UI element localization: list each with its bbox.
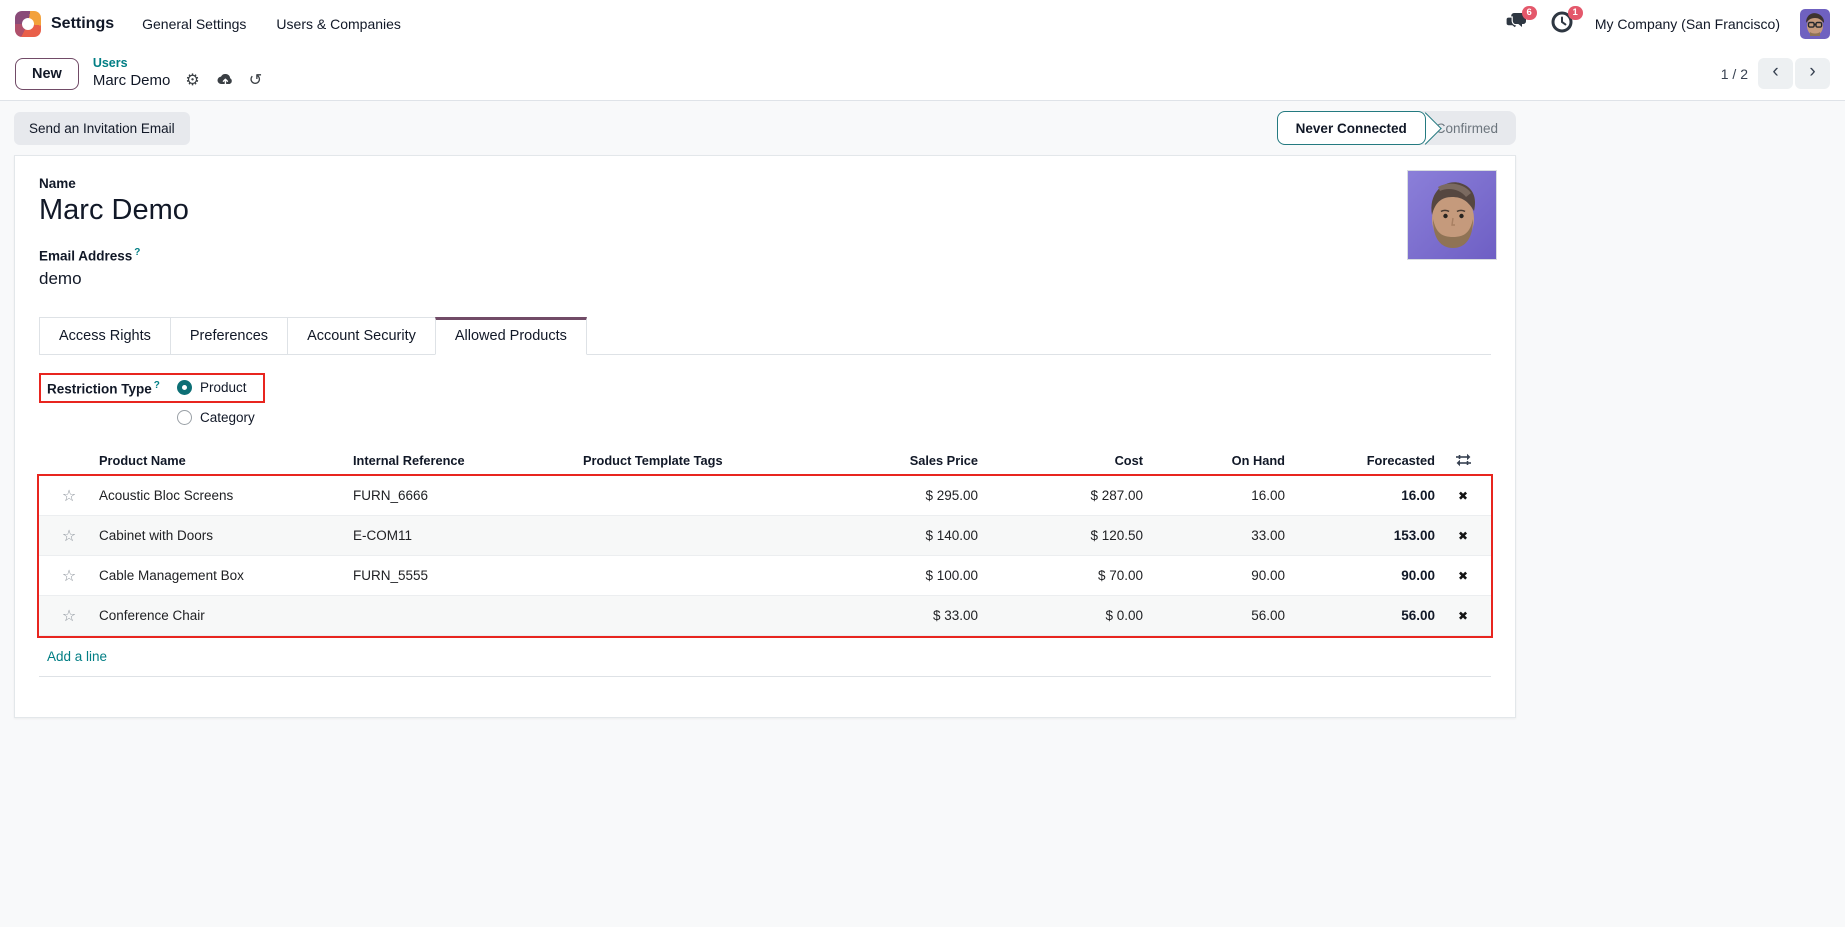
table-row[interactable]: ☆ Acoustic Bloc Screens FURN_6666 $ 295.… [39, 476, 1491, 516]
product-table-header: Product Name Internal Reference Product … [39, 445, 1491, 476]
app-menu-toggle[interactable]: Settings [15, 11, 114, 37]
cloud-save-icon[interactable] [215, 72, 234, 91]
header-product-name[interactable]: Product Name [99, 453, 353, 468]
cell-on-hand: 56.00 [1143, 608, 1285, 623]
cell-on-hand: 33.00 [1143, 528, 1285, 543]
cell-internal-reference: FURN_5555 [353, 568, 583, 583]
menu-users-companies[interactable]: Users & Companies [274, 10, 403, 38]
favorite-star-icon[interactable]: ☆ [39, 566, 99, 586]
optional-columns-icon[interactable] [1435, 453, 1491, 467]
notebook-tabs: Access Rights Preferences Account Securi… [39, 317, 1491, 355]
activities-button[interactable]: 1 [1549, 12, 1575, 36]
header-forecasted[interactable]: Forecasted [1285, 453, 1435, 468]
header-cost[interactable]: Cost [978, 453, 1143, 468]
breadcrumb-current: Marc Demo [93, 72, 171, 91]
cell-product-name: Conference Chair [99, 608, 353, 623]
cell-sales-price: $ 33.00 [818, 608, 978, 623]
cell-product-name: Acoustic Bloc Screens [99, 488, 353, 503]
delete-row-icon[interactable]: ✖ [1435, 529, 1491, 543]
product-rows-highlight: ☆ Acoustic Bloc Screens FURN_6666 $ 295.… [39, 476, 1491, 636]
table-row[interactable]: ☆ Cable Management Box FURN_5555 $ 100.0… [39, 556, 1491, 596]
radio-category[interactable] [177, 410, 192, 425]
cell-forecasted: 16.00 [1285, 488, 1435, 503]
cell-cost: $ 120.50 [978, 528, 1143, 543]
form-statusbar-row: Send an Invitation Email Never Connected… [14, 110, 1516, 146]
tab-preferences[interactable]: Preferences [170, 317, 288, 354]
radio-product-label[interactable]: Product [200, 380, 247, 395]
restriction-type-highlight: Restriction Type? Product [39, 373, 265, 404]
statusbar: Never Connected Confirmed [1277, 111, 1516, 145]
allowed-products-pane: Restriction Type? Product Category Produ… [39, 355, 1491, 678]
cell-product-name: Cable Management Box [99, 568, 353, 583]
header-on-hand[interactable]: On Hand [1143, 453, 1285, 468]
pager-value: 1 / 2 [1721, 66, 1748, 82]
send-invitation-email-button[interactable]: Send an Invitation Email [14, 112, 190, 145]
cell-on-hand: 16.00 [1143, 488, 1285, 503]
table-row[interactable]: ☆ Conference Chair $ 33.00 $ 0.00 56.00 … [39, 596, 1491, 636]
top-header: Settings General Settings Users & Compan… [0, 0, 1845, 101]
cell-internal-reference: FURN_6666 [353, 488, 583, 503]
discard-undo-icon[interactable]: ↺ [249, 73, 262, 89]
cell-cost: $ 287.00 [978, 488, 1143, 503]
cell-product-name: Cabinet with Doors [99, 528, 353, 543]
restriction-help-icon: ? [154, 380, 160, 391]
activities-badge: 1 [1568, 6, 1583, 21]
navbar: Settings General Settings Users & Compan… [0, 0, 1845, 47]
cell-forecasted: 56.00 [1285, 608, 1435, 623]
cell-forecasted: 90.00 [1285, 568, 1435, 583]
tab-account-security[interactable]: Account Security [287, 317, 436, 354]
header-sales-price[interactable]: Sales Price [818, 453, 978, 468]
pager-next-button[interactable]: › [1795, 58, 1830, 89]
new-button[interactable]: New [15, 58, 79, 90]
company-switcher[interactable]: My Company (San Francisco) [1595, 16, 1780, 32]
cell-sales-price: $ 295.00 [818, 488, 978, 503]
header-product-template-tags[interactable]: Product Template Tags [583, 453, 818, 468]
cell-internal-reference: E-COM11 [353, 528, 583, 543]
cell-cost: $ 0.00 [978, 608, 1143, 623]
cell-forecasted: 153.00 [1285, 528, 1435, 543]
tab-allowed-products[interactable]: Allowed Products [435, 317, 587, 355]
email-value[interactable]: demo [39, 269, 1491, 289]
radio-category-label[interactable]: Category [200, 410, 255, 425]
header-internal-reference[interactable]: Internal Reference [353, 453, 583, 468]
favorite-star-icon[interactable]: ☆ [39, 486, 99, 506]
add-a-line-link[interactable]: Add a line [47, 649, 107, 664]
restriction-type-label: Restriction Type? [47, 380, 177, 397]
name-label: Name [39, 176, 1491, 191]
user-avatar[interactable] [1800, 9, 1830, 39]
pager: 1 / 2 ‹ › [1721, 58, 1830, 89]
menu-general-settings[interactable]: General Settings [140, 10, 248, 38]
gear-icon[interactable]: ⚙ [185, 73, 199, 89]
breadcrumb: Users Marc Demo ⚙ ↺ [93, 56, 262, 91]
odoo-logo-icon [15, 11, 41, 37]
delete-row-icon[interactable]: ✖ [1435, 569, 1491, 583]
cell-sales-price: $ 140.00 [818, 528, 978, 543]
email-label: Email Address? [39, 247, 1491, 264]
table-row[interactable]: ☆ Cabinet with Doors E-COM11 $ 140.00 $ … [39, 516, 1491, 556]
status-never-connected[interactable]: Never Connected [1277, 111, 1426, 145]
messages-badge: 6 [1522, 6, 1537, 21]
record-name[interactable]: Marc Demo [39, 194, 1491, 227]
form-sheet: Name Marc Demo Email Address? demo Acces… [14, 155, 1516, 718]
radio-product[interactable] [177, 380, 192, 395]
navbar-systray: 6 1 My Company (San Francisco) [1503, 9, 1830, 39]
delete-row-icon[interactable]: ✖ [1435, 489, 1491, 503]
cell-cost: $ 70.00 [978, 568, 1143, 583]
delete-row-icon[interactable]: ✖ [1435, 609, 1491, 623]
control-panel: New Users Marc Demo ⚙ ↺ 1 / 2 ‹ › [0, 47, 1845, 100]
favorite-star-icon[interactable]: ☆ [39, 526, 99, 546]
favorite-star-icon[interactable]: ☆ [39, 606, 99, 626]
pager-previous-button[interactable]: ‹ [1758, 58, 1793, 89]
cell-on-hand: 90.00 [1143, 568, 1285, 583]
messages-button[interactable]: 6 [1503, 12, 1529, 36]
tab-access-rights[interactable]: Access Rights [39, 317, 171, 354]
breadcrumb-users-link[interactable]: Users [93, 56, 262, 72]
email-help-icon: ? [134, 247, 140, 258]
cell-sales-price: $ 100.00 [818, 568, 978, 583]
app-name[interactable]: Settings [51, 15, 114, 33]
add-line-row: Add a line [39, 636, 1491, 677]
profile-image[interactable] [1407, 170, 1497, 260]
